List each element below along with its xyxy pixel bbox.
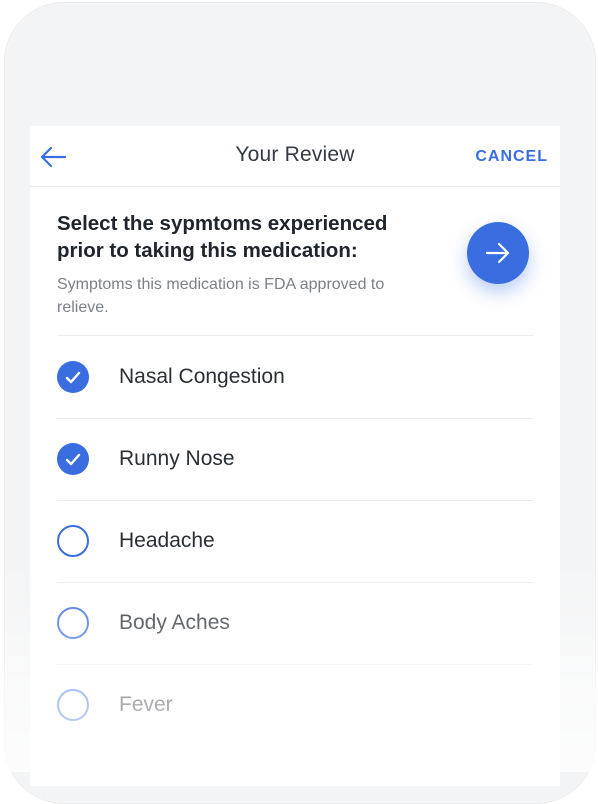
symptom-label: Fever bbox=[119, 693, 173, 716]
symptom-option-body-aches[interactable]: Body Aches bbox=[57, 582, 533, 664]
checkmark-icon bbox=[65, 453, 81, 465]
symptom-label: Nasal Congestion bbox=[119, 365, 285, 388]
symptom-option-runny-nose[interactable]: Runny Nose bbox=[57, 418, 533, 500]
top-bar: Your Review CANCEL bbox=[30, 126, 560, 187]
symptom-label: Runny Nose bbox=[119, 447, 235, 470]
next-button[interactable] bbox=[467, 222, 529, 284]
checkmark-icon bbox=[65, 371, 81, 383]
symptom-option-fever[interactable]: Fever bbox=[57, 664, 533, 746]
helper-text: Symptoms this medication is FDA approved… bbox=[57, 276, 385, 316]
symptom-option-nasal-congestion[interactable]: Nasal Congestion bbox=[57, 336, 533, 418]
review-screen: Your Review CANCEL Select the sypmtoms e… bbox=[30, 126, 560, 786]
symptom-checkbox[interactable] bbox=[57, 689, 89, 721]
symptom-checkbox[interactable] bbox=[57, 361, 89, 393]
cancel-button[interactable]: CANCEL bbox=[475, 148, 548, 166]
question-heading: Select the sypmtoms experienced prior to… bbox=[57, 212, 388, 262]
symptom-checkbox[interactable] bbox=[57, 443, 89, 475]
symptom-checkbox[interactable] bbox=[57, 607, 89, 639]
symptom-label: Headache bbox=[119, 529, 215, 552]
symptom-option-headache[interactable]: Headache bbox=[57, 500, 533, 582]
symptom-checkbox[interactable] bbox=[57, 525, 89, 557]
symptom-label: Body Aches bbox=[119, 611, 230, 634]
arrow-right-icon bbox=[485, 242, 510, 264]
